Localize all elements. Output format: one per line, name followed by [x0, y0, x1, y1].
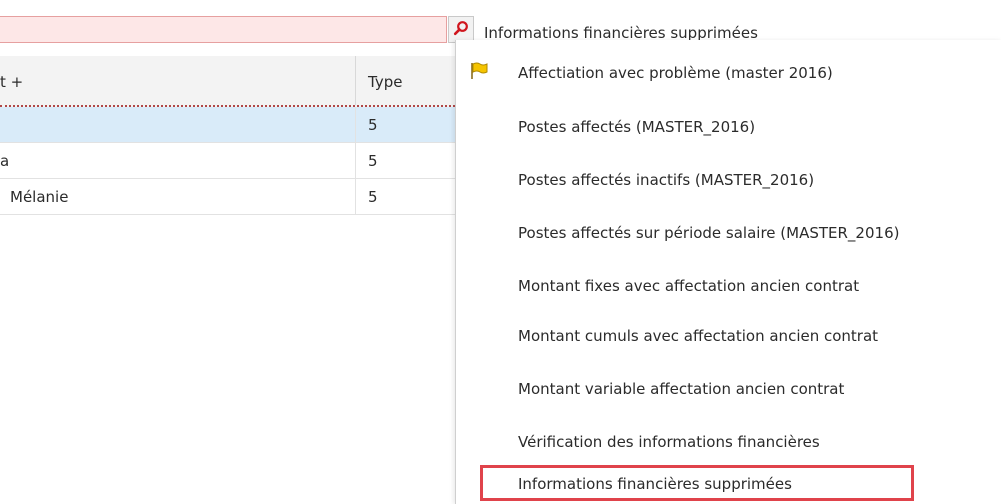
menu-item-label: Informations financières supprimées	[518, 475, 792, 493]
menu-item-label: Postes affectés inactifs (MASTER_2016)	[518, 171, 815, 189]
table-row[interactable]: a 5	[0, 143, 455, 179]
cell-type: 5	[368, 188, 378, 206]
menu-item-montant-variable[interactable]: Montant variable affectation ancien cont…	[456, 372, 1001, 408]
cell-type: 5	[368, 152, 378, 170]
table-row[interactable]: Mélanie 5	[0, 179, 455, 215]
search-input[interactable]	[0, 16, 447, 43]
menu-item-label: Montant fixes avec affectation ancien co…	[518, 277, 860, 295]
menu-item-label: Vérification des informations financière…	[518, 433, 820, 451]
menu-item-informations-supprimees[interactable]: Informations financières supprimées	[456, 465, 1001, 503]
cell-divider	[355, 179, 356, 214]
menu-item-label: Montant variable affectation ancien cont…	[518, 380, 845, 398]
menu-item-label: Affectiation avec problème (master 2016)	[518, 64, 833, 82]
cell-name: Mélanie	[10, 188, 69, 206]
column-header-type[interactable]: Type	[368, 73, 402, 91]
table-row[interactable]: 5	[0, 107, 455, 143]
menu-item-verification[interactable]: Vérification des informations financière…	[456, 425, 1001, 461]
menu-item-postes-inactifs[interactable]: Postes affectés inactifs (MASTER_2016)	[456, 163, 1001, 199]
results-table: t + Type 5 a 5 Mélanie 5	[0, 56, 455, 215]
table-header: t + Type	[0, 56, 455, 107]
menu-item-label: Montant cumuls avec affectation ancien c…	[518, 327, 879, 345]
menu-item-label: Postes affectés sur période salaire (MAS…	[518, 224, 900, 242]
menu-item-postes-affectes[interactable]: Postes affectés (MASTER_2016)	[456, 110, 1001, 146]
column-header-name[interactable]: t +	[0, 73, 23, 91]
menu-item-label: Postes affectés (MASTER_2016)	[518, 118, 756, 136]
cell-name: a	[0, 152, 10, 170]
cell-divider	[355, 107, 356, 142]
menu-item-montant-fixes[interactable]: Montant fixes avec affectation ancien co…	[456, 269, 1001, 305]
menu-item-postes-periode-salaire[interactable]: Postes affectés sur période salaire (MAS…	[456, 216, 1001, 252]
report-dropdown-menu: Affectiation avec problème (master 2016)…	[455, 40, 1001, 504]
cell-divider	[355, 143, 356, 178]
menu-item-affectation-probleme[interactable]: Affectiation avec problème (master 2016)	[456, 56, 1001, 92]
menu-item-montant-cumuls[interactable]: Montant cumuls avec affectation ancien c…	[456, 319, 1001, 355]
flag-icon	[469, 61, 489, 85]
cell-type: 5	[368, 116, 378, 134]
search-button[interactable]	[448, 16, 474, 43]
column-divider[interactable]	[355, 56, 356, 105]
search-icon	[453, 20, 469, 40]
